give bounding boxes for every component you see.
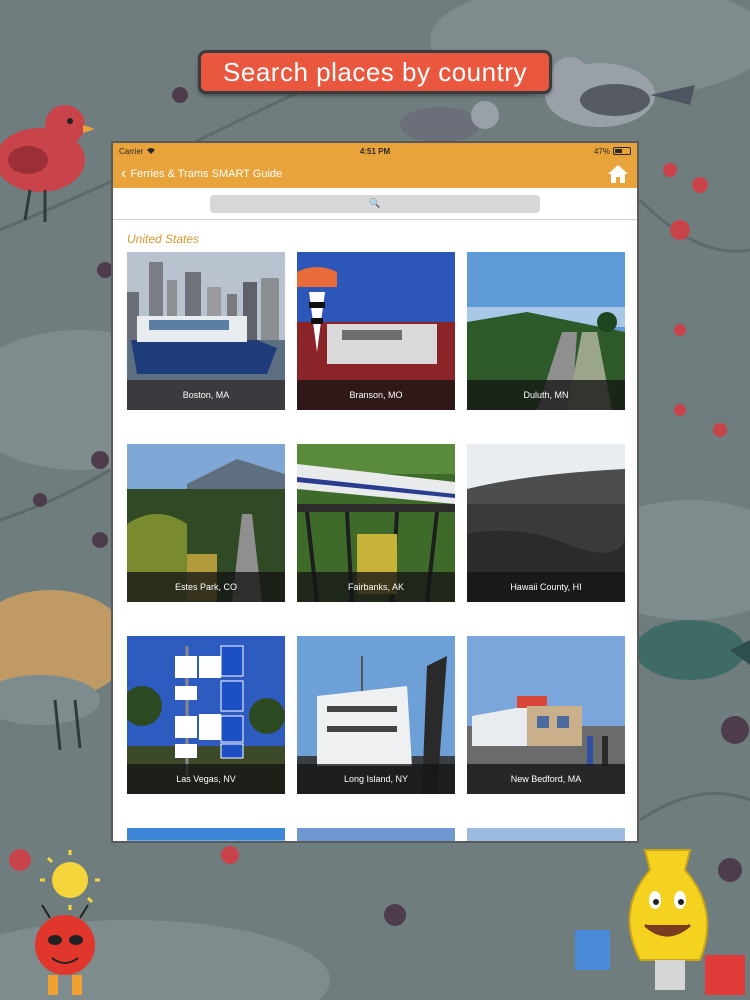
place-name: Estes Park, CO	[127, 572, 285, 602]
search-bar: 🔍	[113, 188, 637, 220]
device-screen: Carrier 4:51 PM 47% ‹ Ferries & Trams SM…	[111, 141, 639, 843]
home-icon[interactable]	[607, 164, 629, 184]
status-time: 4:51 PM	[359, 146, 391, 156]
place-name: Long Island, NY	[297, 764, 455, 794]
place-photo	[297, 828, 455, 841]
section-title-country: United States	[127, 232, 200, 246]
back-button-label: Ferries & Trams SMART Guide	[130, 167, 283, 180]
place-name: Hawaii County, HI	[467, 572, 625, 602]
place-name: Fairbanks, AK	[297, 572, 455, 602]
battery-icon	[613, 147, 631, 155]
search-icon: 🔍	[369, 198, 381, 208]
place-tile-hawaii-county[interactable]: Hawaii County, HI	[467, 444, 625, 602]
back-button[interactable]: ‹ Ferries & Trams SMART Guide	[121, 164, 283, 182]
place-tile-boston[interactable]: Boston, MA	[127, 252, 285, 410]
status-bar: Carrier 4:51 PM 47%	[113, 143, 637, 159]
place-tile-new-bedford[interactable]: New Bedford, MA	[467, 636, 625, 794]
battery-percent: 47%	[593, 146, 610, 156]
place-name: Las Vegas, NV	[127, 764, 285, 794]
place-tile-estes-park[interactable]: Estes Park, CO	[127, 444, 285, 602]
place-tile-partial[interactable]	[127, 828, 285, 841]
search-places-banner: Search places by country	[198, 50, 552, 94]
place-tile-duluth[interactable]: Duluth, MN	[467, 252, 625, 410]
place-photo	[127, 828, 285, 841]
place-tile-partial[interactable]	[467, 828, 625, 841]
navigation-bar: ‹ Ferries & Trams SMART Guide	[113, 159, 637, 188]
place-name: Duluth, MN	[467, 380, 625, 410]
place-tile-branson[interactable]: Branson, MO	[297, 252, 455, 410]
carrier-label: Carrier	[119, 146, 144, 156]
sun-icon	[40, 850, 100, 910]
place-name: Boston, MA	[127, 380, 285, 410]
place-photo	[467, 828, 625, 841]
place-tile-long-island[interactable]: Long Island, NY	[297, 636, 455, 794]
search-input[interactable]: 🔍	[210, 194, 540, 213]
wifi-icon	[147, 148, 156, 154]
place-tile-las-vegas[interactable]: Las Vegas, NV	[127, 636, 285, 794]
place-tile-fairbanks[interactable]: Fairbanks, AK	[297, 444, 455, 602]
place-name: New Bedford, MA	[467, 764, 625, 794]
place-name: Branson, MO	[297, 380, 455, 410]
place-tile-partial[interactable]	[297, 828, 455, 841]
chevron-left-icon: ‹	[121, 164, 127, 182]
